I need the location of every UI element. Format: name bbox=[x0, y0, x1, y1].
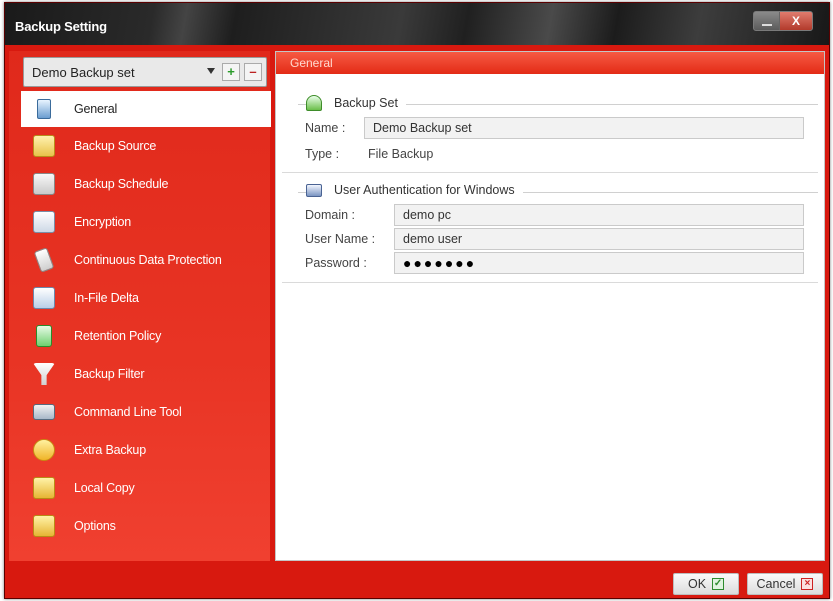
nav-item-backup-schedule[interactable]: Backup Schedule bbox=[21, 165, 271, 203]
general-icon bbox=[37, 99, 51, 119]
ok-label: OK bbox=[687, 577, 707, 591]
nav-item-label: Retention Policy bbox=[74, 329, 162, 343]
backup-set-selector[interactable]: Demo Backup set + – bbox=[23, 57, 267, 87]
section-separator bbox=[282, 172, 818, 173]
options-icon bbox=[33, 515, 55, 537]
cancel-icon: × bbox=[801, 578, 814, 590]
backup-set-icon bbox=[306, 95, 322, 111]
nav-item-label: Command Line Tool bbox=[74, 405, 182, 419]
nav-item-label: Extra Backup bbox=[74, 443, 146, 457]
settings-nav: General Backup Source Backup Schedule En… bbox=[21, 91, 271, 545]
username-field[interactable] bbox=[394, 228, 804, 250]
dialog-footer: OK ✓ Cancel × bbox=[5, 569, 829, 599]
content-header: General bbox=[276, 52, 824, 74]
nav-item-extra-backup[interactable]: Extra Backup bbox=[21, 431, 271, 469]
backup-source-icon bbox=[33, 135, 55, 157]
user-auth-icon bbox=[306, 183, 322, 197]
check-icon: ✓ bbox=[712, 578, 725, 590]
type-label: Type : bbox=[305, 147, 340, 161]
nav-item-encryption[interactable]: Encryption bbox=[21, 203, 271, 241]
backup-set-name-field[interactable] bbox=[364, 117, 804, 139]
local-copy-icon bbox=[33, 477, 55, 499]
username-label: User Name : bbox=[305, 232, 376, 246]
retention-policy-icon bbox=[36, 325, 52, 347]
cancel-button[interactable]: Cancel × bbox=[747, 573, 823, 595]
minimize-button[interactable] bbox=[754, 12, 780, 30]
in-file-delta-icon bbox=[33, 287, 55, 309]
nav-item-label: General bbox=[74, 102, 118, 116]
add-backup-set-button[interactable]: + bbox=[222, 63, 240, 81]
domain-label: Domain : bbox=[305, 208, 356, 222]
extra-backup-icon bbox=[33, 439, 55, 461]
backup-type-value: File Backup bbox=[368, 147, 434, 161]
backup-filter-icon bbox=[33, 363, 55, 385]
encryption-icon bbox=[33, 211, 55, 233]
password-field[interactable] bbox=[394, 252, 804, 274]
nav-item-local-copy[interactable]: Local Copy bbox=[21, 469, 271, 507]
nav-item-options[interactable]: Options bbox=[21, 507, 271, 545]
window-title: Backup Setting bbox=[15, 19, 107, 34]
remove-backup-set-button[interactable]: – bbox=[244, 63, 262, 81]
backup-set-title: Backup Set bbox=[334, 96, 398, 110]
backup-set-group-title: Backup Set bbox=[306, 95, 406, 111]
name-label: Name : bbox=[305, 121, 346, 135]
window-controls: X bbox=[753, 11, 813, 31]
nav-item-general[interactable]: General bbox=[21, 91, 271, 127]
password-label: Password : bbox=[305, 256, 367, 270]
nav-item-backup-source[interactable]: Backup Source bbox=[21, 127, 271, 165]
nav-item-label: Encryption bbox=[74, 215, 132, 229]
nav-item-label: In-File Delta bbox=[74, 291, 139, 305]
ok-button[interactable]: OK ✓ bbox=[673, 573, 739, 595]
backup-setting-window: Backup Setting X Demo Backup set + – Gen… bbox=[4, 2, 830, 599]
nav-item-label: Backup Source bbox=[74, 139, 157, 153]
chevron-down-icon[interactable] bbox=[207, 68, 215, 74]
nav-item-label: Local Copy bbox=[74, 481, 135, 495]
dialog-body: Demo Backup set + – General Backup Sourc… bbox=[5, 45, 829, 600]
nav-item-backup-filter[interactable]: Backup Filter bbox=[21, 355, 271, 393]
nav-item-label: Backup Filter bbox=[74, 367, 145, 381]
close-button[interactable]: X bbox=[780, 12, 812, 30]
nav-item-label: Continuous Data Protection bbox=[74, 253, 222, 267]
nav-item-label: Backup Schedule bbox=[74, 177, 169, 191]
cdp-icon bbox=[33, 247, 55, 273]
backup-set-dropdown-value[interactable]: Demo Backup set bbox=[32, 65, 135, 80]
settings-content-panel: General Backup Set Name : Type : File Ba… bbox=[275, 51, 825, 561]
user-auth-group-title: User Authentication for Windows bbox=[306, 183, 523, 197]
section-separator bbox=[282, 282, 818, 283]
user-auth-title: User Authentication for Windows bbox=[334, 183, 515, 197]
domain-field[interactable] bbox=[394, 204, 804, 226]
nav-item-label: Options bbox=[74, 519, 116, 533]
nav-item-in-file-delta[interactable]: In-File Delta bbox=[21, 279, 271, 317]
command-line-tool-icon bbox=[33, 404, 55, 420]
title-bar[interactable]: Backup Setting X bbox=[5, 3, 829, 45]
nav-item-retention-policy[interactable]: Retention Policy bbox=[21, 317, 271, 355]
cancel-label: Cancel bbox=[756, 577, 796, 591]
backup-schedule-icon bbox=[33, 173, 55, 195]
nav-item-command-line-tool[interactable]: Command Line Tool bbox=[21, 393, 271, 431]
nav-item-continuous-data-protection[interactable]: Continuous Data Protection bbox=[21, 241, 271, 279]
